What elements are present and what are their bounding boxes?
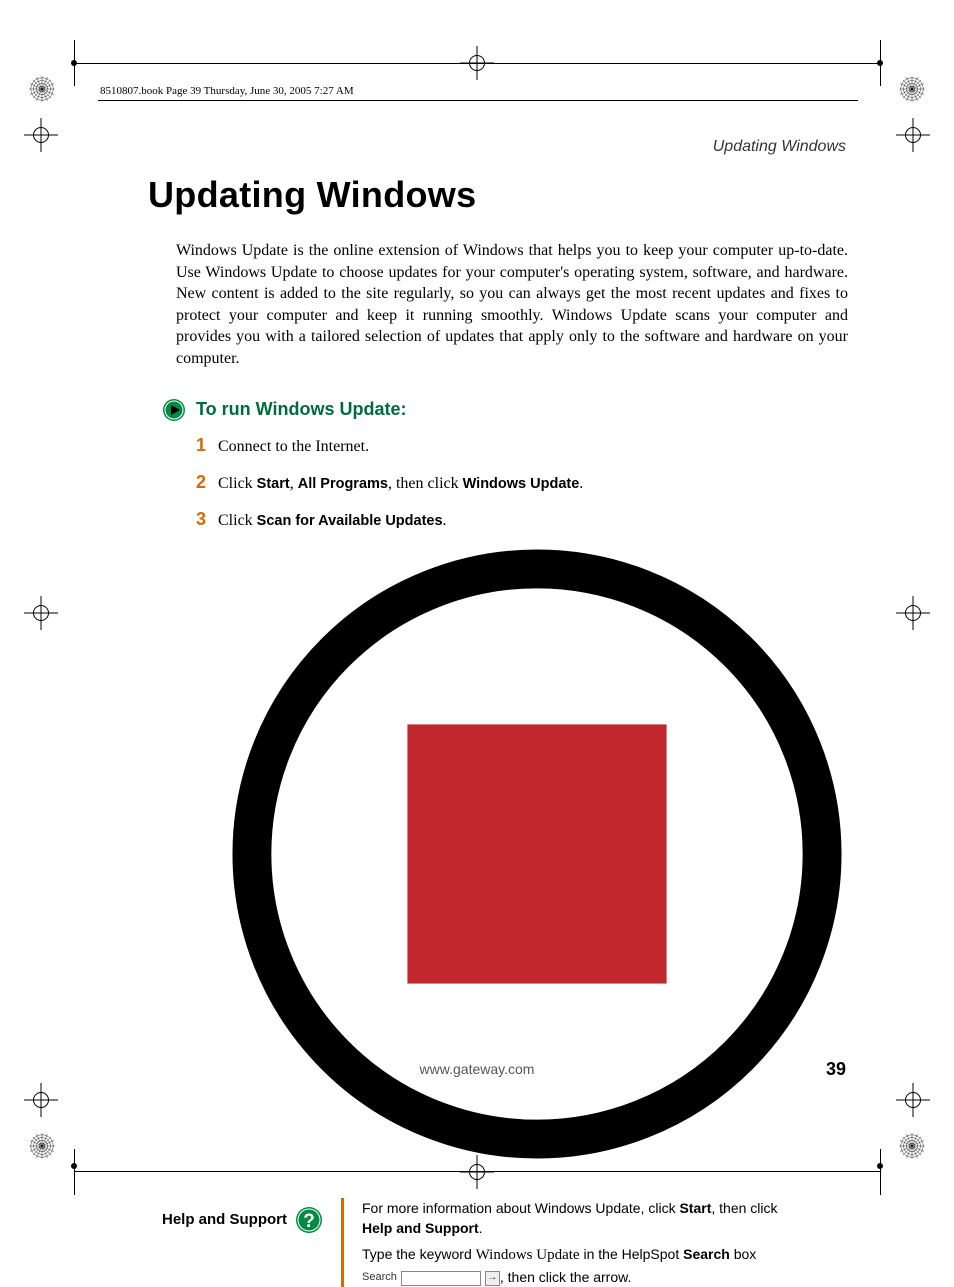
text: . xyxy=(443,512,447,529)
text: Click xyxy=(218,475,257,492)
text: Click xyxy=(218,512,257,529)
help-support-block: Help and Support ? For more information … xyxy=(162,1198,848,1287)
help-support-label: Help and Support xyxy=(162,1211,287,1228)
text: box xyxy=(730,1246,756,1262)
crosshair-icon xyxy=(24,596,58,630)
question-icon: ? xyxy=(295,1206,323,1234)
step-number: 1 xyxy=(192,432,206,459)
cross-dot-icon xyxy=(71,1163,77,1169)
crosshair-icon xyxy=(460,46,494,80)
keyword: Windows Update xyxy=(476,1247,580,1263)
step-text: Connect to the Internet. xyxy=(218,435,369,459)
crosshair-icon xyxy=(896,1083,930,1117)
ui-label: Start xyxy=(257,476,290,492)
text: , then click the arrow. xyxy=(500,1269,632,1285)
intro-paragraph: Windows Update is the online extension o… xyxy=(176,240,848,370)
registration-mark-icon xyxy=(28,1132,56,1160)
text: , xyxy=(290,475,298,492)
procedure-steps: 1 Connect to the Internet. 2 Click Start… xyxy=(192,432,848,533)
page-number: 39 xyxy=(826,1059,846,1080)
ui-label: Help and Support xyxy=(362,1220,479,1236)
help-support-body: For more information about Windows Updat… xyxy=(362,1198,802,1287)
svg-text:?: ? xyxy=(303,1211,315,1232)
cross-dot-icon xyxy=(877,60,883,66)
crosshair-icon xyxy=(24,1083,58,1117)
text: For more information about Windows Updat… xyxy=(362,1200,679,1216)
trim-line xyxy=(880,1149,881,1195)
text: . xyxy=(479,1220,483,1236)
cross-dot-icon xyxy=(71,60,77,66)
step-text: Click Start, All Programs, then click Wi… xyxy=(218,472,583,496)
registration-mark-icon xyxy=(28,75,56,103)
arrow-icon: → xyxy=(485,1271,500,1286)
ui-label: Search xyxy=(683,1246,730,1262)
procedure-heading: To run Windows Update: xyxy=(196,399,406,420)
crosshair-icon xyxy=(896,118,930,152)
cross-dot-icon xyxy=(877,1163,883,1169)
step-number: 3 xyxy=(192,506,206,533)
divider xyxy=(341,1198,344,1287)
crosshair-icon xyxy=(24,118,58,152)
stop-icon xyxy=(226,1152,848,1169)
running-head: Updating Windows xyxy=(713,138,846,156)
step-item: 2 Click Start, All Programs, then click … xyxy=(192,469,848,496)
step-number: 2 xyxy=(192,469,206,496)
step-text: Click Scan for Available Updates. xyxy=(218,509,447,533)
book-export-header: 8510807.book Page 39 Thursday, June 30, … xyxy=(100,85,354,97)
text: Type the keyword xyxy=(362,1246,476,1262)
step-item: 3 Click Scan for Available Updates. xyxy=(192,506,848,533)
ui-label: All Programs xyxy=(298,476,388,492)
search-widget: Search → xyxy=(362,1270,500,1286)
page-title: Updating Windows xyxy=(148,174,848,216)
ui-label: Windows Update xyxy=(463,476,580,492)
ui-label: Start xyxy=(679,1200,711,1216)
crosshair-icon xyxy=(896,596,930,630)
search-input xyxy=(401,1271,481,1286)
text: , then click xyxy=(711,1200,777,1216)
search-label: Search xyxy=(362,1270,397,1286)
ui-label: Scan for Available Updates xyxy=(257,513,443,529)
header-rule xyxy=(98,100,858,101)
text: in the HelpSpot xyxy=(580,1246,684,1262)
registration-mark-icon xyxy=(898,1132,926,1160)
play-icon xyxy=(162,398,186,422)
text: , then click xyxy=(388,475,463,492)
step-item: 1 Connect to the Internet. xyxy=(192,432,848,459)
registration-mark-icon xyxy=(898,75,926,103)
footer-url: www.gateway.com xyxy=(420,1061,535,1077)
text: . xyxy=(579,475,583,492)
trim-line xyxy=(74,1149,75,1195)
